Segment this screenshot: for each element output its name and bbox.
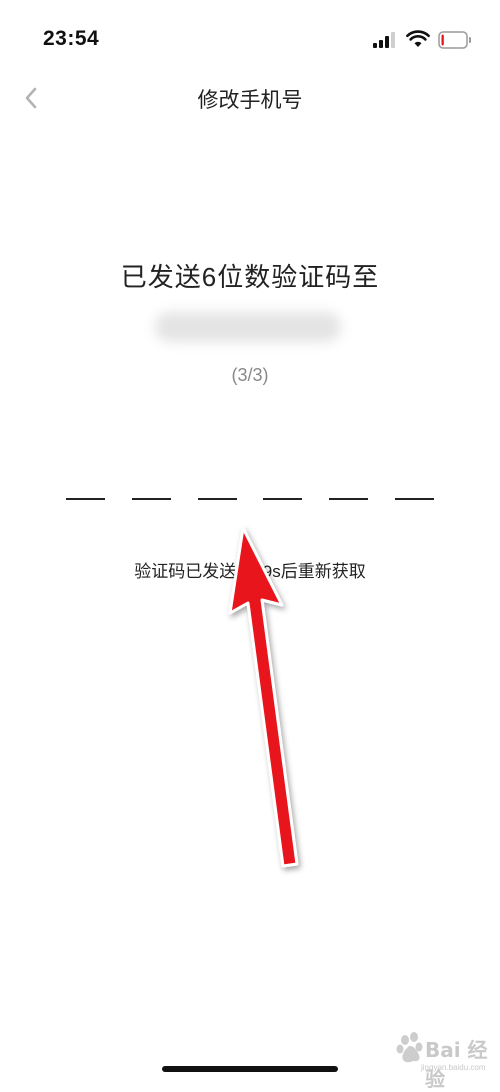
- wifi-icon: [406, 30, 430, 47]
- red-annotation-arrow: [228, 526, 299, 868]
- code-slot[interactable]: [329, 498, 369, 500]
- code-slot[interactable]: [395, 498, 434, 500]
- status-time: 23:54: [43, 27, 100, 50]
- cellular-signal-icon: [373, 32, 395, 48]
- navigation-bar: 修改手机号: [0, 78, 500, 118]
- code-slot[interactable]: [197, 498, 237, 500]
- watermark-url: jingyan.baidu.com: [421, 1063, 486, 1072]
- verification-heading: 已发送6位数验证码至: [120, 262, 380, 292]
- resend-countdown: 验证码已发送，59s后重新获取: [134, 562, 366, 581]
- attempt-counter: (3/3): [231, 365, 269, 385]
- home-indicator: [162, 1066, 338, 1072]
- code-slot[interactable]: [131, 498, 171, 500]
- code-slot[interactable]: [66, 498, 105, 500]
- code-slot[interactable]: [263, 498, 303, 500]
- masked-phone-number: [155, 312, 341, 342]
- battery-icon: [438, 31, 471, 49]
- status-bar: 23:54: [0, 0, 500, 80]
- verification-code-input[interactable]: [66, 484, 434, 514]
- page-title: 修改手机号: [197, 89, 303, 112]
